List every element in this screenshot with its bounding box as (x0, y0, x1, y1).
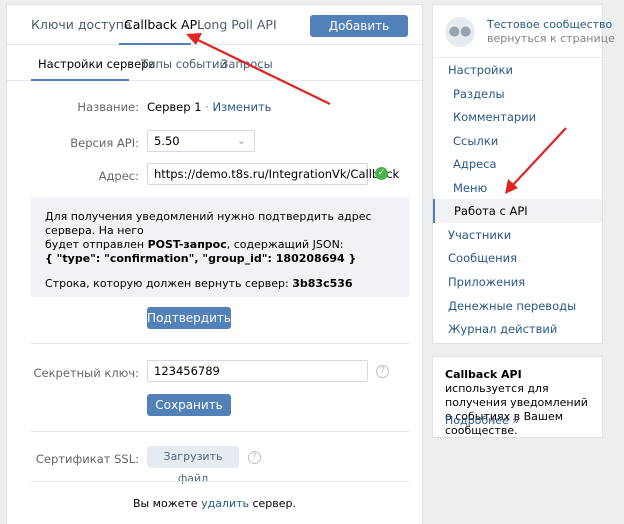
server-name-value: Сервер 1 (147, 100, 202, 114)
notice-line-2-a: будет отправлен (45, 238, 148, 251)
confirmation-string: 3b83c536 (292, 277, 353, 290)
delete-server-link[interactable]: удалить (201, 497, 249, 510)
tab-access-keys[interactable]: Ключи доступа (31, 17, 132, 32)
divider (31, 343, 409, 344)
tab-callback-api[interactable]: Callback API (124, 17, 201, 32)
info-description: используется для получения уведомлений о… (445, 382, 588, 437)
community-header[interactable]: ●● Тестовое сообщество вернуться к стран… (445, 17, 615, 49)
tab-long-poll-api[interactable]: Long Poll API (197, 17, 277, 32)
info-box: Callback API используется для получения … (432, 356, 603, 438)
notice-line-2: будет отправлен POST-запрос, содержащий … (45, 238, 395, 252)
change-name-link[interactable]: Изменить (213, 100, 272, 114)
notice-line-2-c: , содержащий JSON: (226, 238, 344, 251)
sidebar-item-messages[interactable]: Сообщения (433, 246, 602, 270)
address-input[interactable]: https://demo.t8s.ru/IntegrationVk/Callba… (147, 163, 399, 185)
secret-key-input[interactable]: 123456789 (147, 360, 368, 382)
delete-server-text: Вы можете удалить сервер. (7, 497, 422, 510)
divider (31, 431, 409, 432)
sidebar-item-api[interactable]: Работа с API (433, 199, 602, 223)
top-tabs: Ключи доступа Callback API Long Poll API… (7, 5, 422, 55)
notice-line-4: Строка, которую должен вернуть сервер: 3… (45, 277, 395, 291)
save-button[interactable]: Сохранить (147, 394, 231, 416)
notice-line-4-a: Строка, которую должен вернуть сервер: (45, 277, 293, 290)
info-text: Callback API используется для получения … (445, 368, 595, 438)
server-name: Сервер 1 · Изменить (147, 100, 271, 114)
divider (31, 481, 409, 482)
sidebar-item-settings[interactable]: Настройки (433, 58, 602, 82)
checkmark-icon: ✓ (375, 167, 388, 180)
tab-server-settings[interactable]: Настройки сервера (38, 57, 156, 71)
sidebar-menu: ●● Тестовое сообщество вернуться к стран… (432, 4, 615, 344)
chevron-down-icon: ⌄ (236, 134, 246, 147)
back-to-page-link[interactable]: вернуться к странице (487, 32, 615, 45)
sidebar-item-money-transfers[interactable]: Денежные переводы (433, 294, 602, 318)
help-icon[interactable]: ? (248, 451, 261, 464)
notice-json: { "type": "confirmation", "group_id": 18… (45, 252, 357, 265)
main-panel: Ключи доступа Callback API Long Poll API… (6, 4, 423, 524)
community-icon: ●● (445, 17, 475, 47)
add-server-button[interactable]: Добавить сервер (310, 15, 408, 55)
name-separator: · (201, 100, 213, 114)
sidebar-item-addresses[interactable]: Адреса (433, 152, 602, 176)
help-icon[interactable]: ? (376, 365, 389, 378)
notice-line-1: Для получения уведомлений нужно подтверд… (45, 210, 372, 237)
ssl-label: Сертификат SSL: (35, 452, 139, 466)
active-subtab-indicator (31, 79, 129, 81)
tab-requests[interactable]: Запросы (221, 57, 273, 71)
api-version-select[interactable]: 5.50 ⌄ (147, 130, 255, 152)
sidebar-item-comments[interactable]: Комментарии (433, 105, 602, 129)
sidebar-item-menu[interactable]: Меню (433, 176, 602, 200)
sidebar-item-action-log[interactable]: Журнал действий (433, 317, 602, 341)
sub-tabs: Настройки сервера Типы событий Запросы (7, 45, 422, 81)
sidebar-item-sections[interactable]: Разделы (433, 82, 602, 106)
footer-text-a: Вы можете (132, 497, 202, 510)
api-version-value: 5.50 (154, 134, 180, 148)
footer-text-b: сервер. (249, 497, 297, 510)
confirmation-notice: Для получения уведомлений нужно подтверд… (31, 197, 409, 297)
address-label: Адрес: (98, 169, 139, 183)
more-link[interactable]: Подробнее » (445, 414, 519, 427)
api-version-label: Версия API: (70, 136, 139, 150)
confirm-button[interactable]: Подтвердить (147, 307, 231, 329)
name-label: Название: (77, 100, 139, 114)
sidebar-item-links[interactable]: Ссылки (433, 129, 602, 153)
notice-post-request: POST-запрос (147, 238, 227, 251)
info-bold: Callback API (445, 368, 522, 381)
sidebar-item-apps[interactable]: Приложения (433, 270, 602, 294)
upload-file-button[interactable]: Загрузить файл (147, 446, 239, 485)
tab-event-types[interactable]: Типы событий (141, 57, 227, 71)
community-name[interactable]: Тестовое сообщество (487, 18, 612, 31)
secret-key-label: Секретный ключ: (33, 366, 140, 380)
sidebar-item-members[interactable]: Участники (433, 223, 602, 247)
